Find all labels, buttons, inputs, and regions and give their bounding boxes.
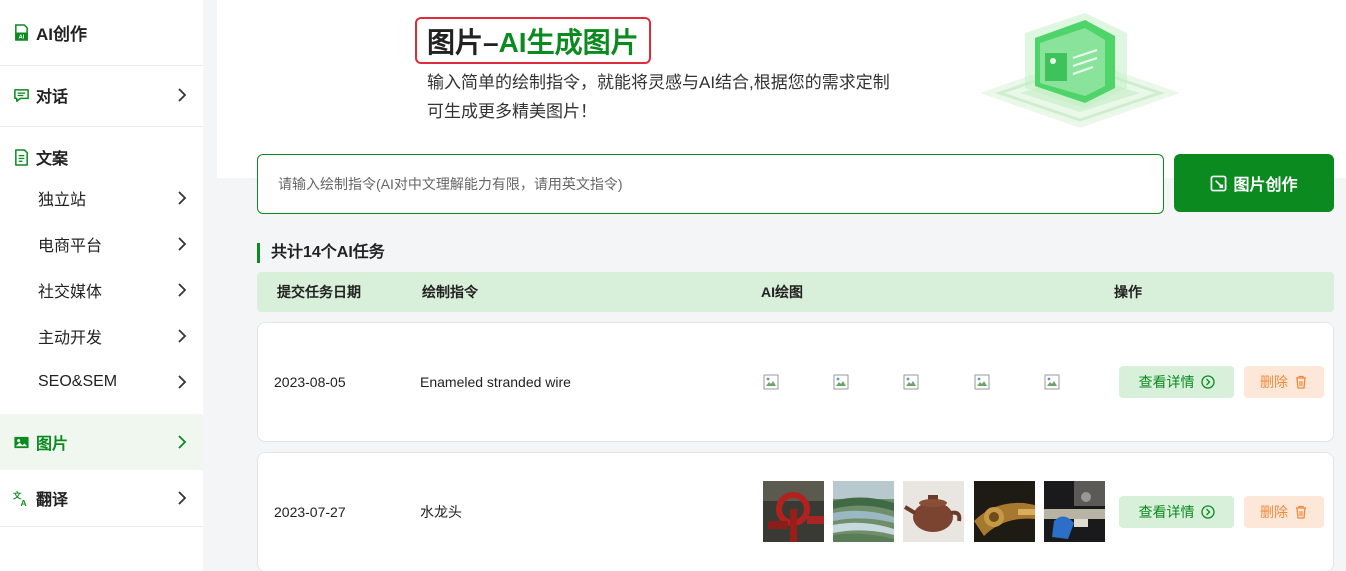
sidebar-item-independent-site[interactable]: 独立站 [0,175,203,221]
drawing-prompt-input[interactable] [257,154,1164,214]
divider [0,126,203,127]
view-details-label: 查看详情 [1138,374,1195,390]
image-icon [14,436,29,448]
clay-teapot-image[interactable] [903,481,964,542]
sidebar-item-label: 主动开发 [38,330,103,347]
view-details-label: 查看详情 [1138,504,1195,520]
task-command: Enameled stranded wire [420,374,571,390]
column-header-command: 绘制指令 [422,284,478,300]
column-header-ai-image: AI绘图 [761,284,803,300]
sidebar-item-chat[interactable]: 对话 [0,72,203,118]
brass-faucet-image[interactable] [974,481,1035,542]
sidebar-item-label: 图片 [36,436,69,453]
hero-description-line: 输入简单的绘制指令，就能将灵感与AI结合,根据您的需求定制 [427,73,890,92]
document-icon [15,148,28,166]
sidebar-item-copywriting[interactable]: 文案 [0,134,203,180]
sidebar-item-social-media[interactable]: 社交媒体 [0,267,203,313]
task-date: 2023-08-05 [274,374,346,390]
sidebar-item-label: 翻译 [36,492,69,509]
edit-image-icon [1211,175,1227,191]
image-create-button-label: 图片创作 [1233,177,1298,194]
sidebar-item-label: 电商平台 [38,238,103,255]
sidebar-header-title: AI创作 [36,25,87,44]
image-create-button[interactable]: 图片创作 [1174,154,1334,212]
trash-icon [1296,375,1306,389]
delete-label: 删除 [1260,374,1288,390]
hero-illustration-icon [980,13,1180,128]
chevron-right-icon [178,283,187,297]
svg-text:A: A [21,498,27,507]
column-header-date: 提交任务日期 [277,284,361,300]
hero-description: 输入简单的绘制指令，就能将灵感与AI结合,根据您的需求定制 可生成更多精美图片！ [427,68,890,126]
translate-icon: 文 A [13,490,27,507]
sidebar-item-outreach[interactable]: 主动开发 [0,313,203,359]
task-count-label: 共计14个AI任务 [257,243,385,263]
page-title-prefix: 图片– [427,26,499,58]
sidebar-item-label: SEO&SEM [38,373,118,390]
chevron-right-icon [178,491,187,505]
sidebar-item-ecommerce[interactable]: 电商平台 [0,221,203,267]
sidebar-item-label: 对话 [36,89,69,106]
task-date: 2023-07-27 [274,504,346,520]
table-header: 提交任务日期 绘制指令 AI绘图 操作 [257,272,1334,312]
sidebar-header: AI AI创作 [0,0,203,66]
svg-text:AI: AI [19,35,25,41]
column-header-actions: 操作 [1114,284,1142,300]
broken-image-icon[interactable] [763,374,779,390]
sidebar-item-translate[interactable]: 文 A 翻译 [0,475,203,521]
broken-image-icon[interactable] [1044,374,1060,390]
chevron-right-icon [178,191,187,205]
chevron-right-icon [178,329,187,343]
chevron-right-icon [178,435,187,449]
red-faucet-image[interactable] [763,481,824,542]
divider [0,526,203,527]
view-details-button[interactable]: 查看详情 [1119,366,1234,398]
sidebar-item-seo-sem[interactable]: SEO&SEM [0,359,203,405]
sidebar-item-label: 文案 [36,151,69,168]
blue-faucet-image[interactable] [1044,481,1105,542]
chat-icon [14,88,29,102]
arrow-circle-right-icon [1200,505,1215,519]
rice-terrace-image[interactable] [833,481,894,542]
ai-doc-icon: AI [15,24,28,41]
sidebar-item-label: 独立站 [38,192,87,209]
task-command: 水龙头 [420,504,462,520]
arrow-circle-right-icon [1200,375,1215,389]
chevron-right-icon [178,88,187,102]
chevron-right-icon [178,237,187,251]
trash-icon [1296,505,1306,519]
table-row: 2023-07-27 水龙头 查看详情 删除 [257,452,1334,571]
sidebar-item-label: 社交媒体 [38,284,103,301]
broken-image-icon[interactable] [974,374,990,390]
sidebar-item-image[interactable]: 图片 [0,414,203,470]
hero-description-line: 可生成更多精美图片！ [427,102,597,121]
page-title: 图片– AI生成图片 [415,17,651,64]
delete-button[interactable]: 删除 [1244,496,1324,528]
sidebar: AI AI创作 对话 文案 独立站 电商平台 社交媒体 主动开发 SEO&SEM… [0,0,203,571]
table-row: 2023-08-05 Enameled stranded wire 查看详情 删… [257,322,1334,442]
broken-image-icon[interactable] [903,374,919,390]
chevron-right-icon [178,375,187,389]
main-content: 图片– AI生成图片 输入简单的绘制指令，就能将灵感与AI结合,根据您的需求定制… [217,0,1346,571]
view-details-button[interactable]: 查看详情 [1119,496,1234,528]
delete-button[interactable]: 删除 [1244,366,1324,398]
broken-image-icon[interactable] [833,374,849,390]
hero-banner: 图片– AI生成图片 输入简单的绘制指令，就能将灵感与AI结合,根据您的需求定制… [217,0,1346,178]
page-title-highlight: AI生成图片 [498,26,639,58]
delete-label: 删除 [1260,504,1288,520]
